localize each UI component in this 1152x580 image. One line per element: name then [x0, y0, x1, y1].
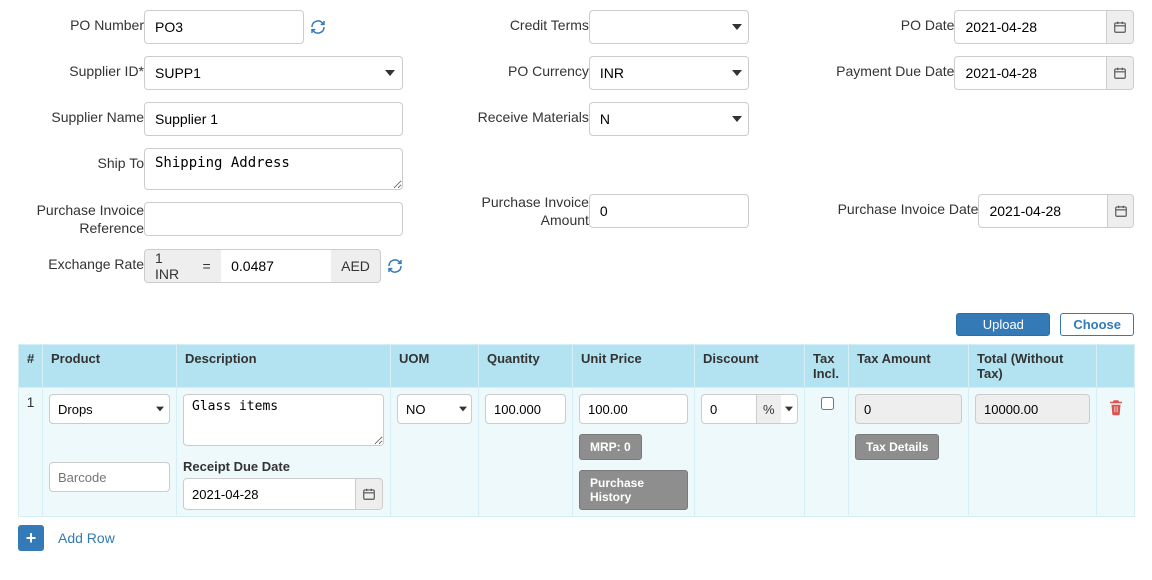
- ship-to-label: Ship To: [18, 148, 144, 171]
- supplier-name-label: Supplier Name: [18, 102, 144, 125]
- quantity-input[interactable]: [485, 394, 566, 424]
- purchase-invoice-date-calendar-icon[interactable]: [1108, 194, 1134, 228]
- choose-button[interactable]: Choose: [1060, 313, 1134, 336]
- th-total: Total (Without Tax): [969, 345, 1097, 388]
- tax-details-button[interactable]: Tax Details: [855, 434, 939, 460]
- payment-due-date-input[interactable]: [954, 56, 1107, 90]
- exchange-from-label: 1 INR: [144, 249, 192, 283]
- supplier-id-label: Supplier ID*: [18, 56, 144, 79]
- po-currency-input[interactable]: [589, 56, 726, 90]
- supplier-id-caret[interactable]: [378, 56, 403, 90]
- add-row-button[interactable]: +: [18, 525, 44, 551]
- th-uom: UOM: [391, 345, 479, 388]
- refresh-icon[interactable]: [310, 19, 326, 35]
- tax-incl-checkbox[interactable]: [821, 397, 834, 410]
- product-caret[interactable]: [152, 394, 170, 424]
- purchase-history-button[interactable]: Purchase History: [579, 470, 688, 510]
- mrp-badge: MRP: 0: [579, 434, 642, 460]
- th-unit-price: Unit Price: [573, 345, 695, 388]
- exchange-to-label: AED: [331, 249, 381, 283]
- purchase-invoice-reference-input[interactable]: [144, 202, 403, 236]
- exchange-rate-input[interactable]: [221, 249, 331, 283]
- ship-to-textarea[interactable]: [144, 148, 403, 190]
- supplier-id-input[interactable]: [144, 56, 378, 90]
- receipt-due-date-label: Receipt Due Date: [183, 459, 384, 474]
- add-row-link[interactable]: Add Row: [58, 530, 115, 546]
- exchange-eq-label: =: [192, 249, 221, 283]
- credit-terms-caret[interactable]: [725, 10, 748, 44]
- po-date-label: PO Date: [828, 10, 954, 33]
- total-input: [975, 394, 1090, 424]
- tax-amount-input: [855, 394, 962, 424]
- purchase-invoice-reference-label: Purchase Invoice Reference: [18, 202, 144, 237]
- exchange-rate-label: Exchange Rate: [18, 249, 144, 272]
- th-description: Description: [177, 345, 391, 388]
- credit-terms-label: Credit Terms: [463, 10, 589, 33]
- th-tax-incl: Tax Incl.: [805, 345, 849, 388]
- upload-button[interactable]: Upload: [956, 313, 1050, 336]
- credit-terms-input[interactable]: [589, 10, 726, 44]
- po-number-input[interactable]: [144, 10, 304, 44]
- purchase-invoice-amount-input[interactable]: [589, 194, 749, 228]
- supplier-name-input[interactable]: [144, 102, 403, 136]
- discount-unit-label: %: [757, 394, 781, 424]
- po-currency-caret[interactable]: [725, 56, 748, 90]
- row-num: 1: [19, 388, 43, 517]
- table-header: # Product Description UOM Quantity Unit …: [19, 345, 1135, 388]
- discount-unit-caret[interactable]: [781, 394, 798, 424]
- po-currency-label: PO Currency: [463, 56, 589, 79]
- po-date-input[interactable]: [954, 10, 1107, 44]
- unit-price-input[interactable]: [579, 394, 688, 424]
- product-input[interactable]: [49, 394, 152, 424]
- th-tax-amount: Tax Amount: [849, 345, 969, 388]
- th-product: Product: [43, 345, 177, 388]
- th-num: #: [19, 345, 43, 388]
- receive-materials-caret[interactable]: [725, 102, 748, 136]
- uom-input[interactable]: [397, 394, 456, 424]
- receive-materials-label: Receive Materials: [463, 102, 589, 125]
- barcode-input[interactable]: [49, 462, 170, 492]
- table-row: 1 Receipt Due Date: [19, 388, 1135, 517]
- receipt-due-date-input[interactable]: [183, 478, 356, 510]
- exchange-refresh-icon[interactable]: [387, 258, 403, 274]
- th-quantity: Quantity: [479, 345, 573, 388]
- po-number-label: PO Number: [18, 10, 144, 33]
- discount-input[interactable]: [701, 394, 757, 424]
- payment-due-date-label: Payment Due Date: [828, 56, 954, 79]
- th-discount: Discount: [695, 345, 805, 388]
- receive-materials-input[interactable]: [589, 102, 726, 136]
- description-textarea[interactable]: [183, 394, 384, 446]
- receipt-due-date-calendar-icon[interactable]: [356, 478, 383, 510]
- delete-row-icon[interactable]: [1107, 398, 1125, 416]
- purchase-invoice-date-input[interactable]: [978, 194, 1108, 228]
- payment-due-date-calendar-icon[interactable]: [1107, 56, 1134, 90]
- uom-caret[interactable]: [456, 394, 472, 424]
- purchase-invoice-date-label: Purchase Invoice Date: [828, 194, 978, 217]
- po-date-calendar-icon[interactable]: [1107, 10, 1134, 44]
- purchase-invoice-amount-label: Purchase Invoice Amount: [463, 194, 589, 229]
